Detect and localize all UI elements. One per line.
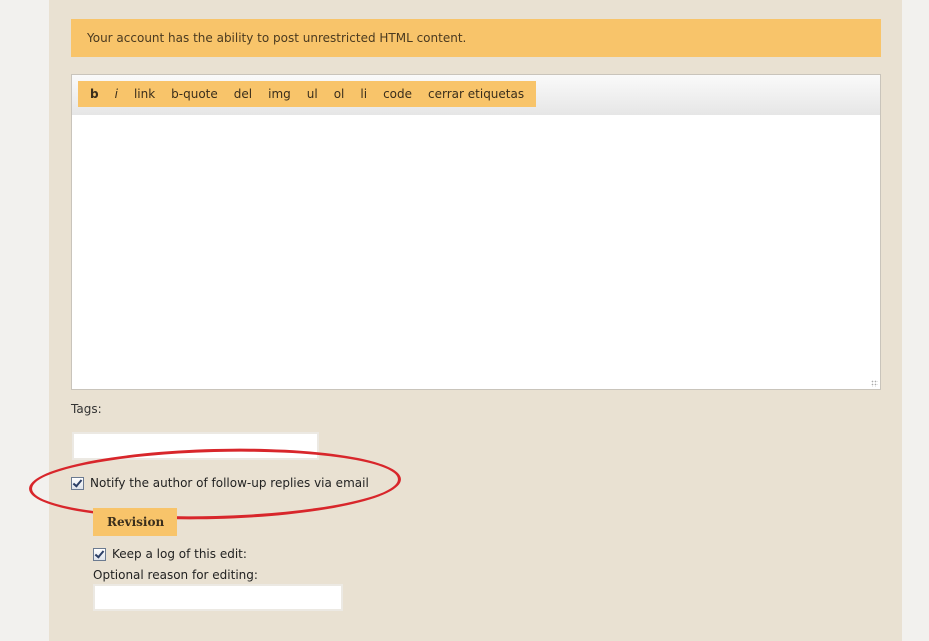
revision-reason-label: Optional reason for editing: bbox=[93, 568, 258, 582]
code-button[interactable]: code bbox=[375, 81, 420, 107]
revision-log-label[interactable]: Keep a log of this edit: bbox=[112, 547, 247, 561]
ul-button[interactable]: ul bbox=[299, 81, 326, 107]
html-permission-notice: Your account has the ability to post unr… bbox=[71, 19, 881, 57]
tags-input[interactable] bbox=[72, 432, 319, 460]
comment-editor: b i link b-quote del img ul ol li code c… bbox=[71, 74, 881, 390]
li-button[interactable]: li bbox=[352, 81, 375, 107]
notice-text: Your account has the ability to post unr… bbox=[87, 31, 467, 45]
notify-row: Notify the author of follow-up replies v… bbox=[71, 476, 369, 490]
quicktags-toolbar: b i link b-quote del img ul ol li code c… bbox=[78, 81, 537, 107]
revision-tab[interactable]: Revision bbox=[93, 508, 177, 536]
tags-label: Tags: bbox=[71, 402, 102, 416]
revision-reason-input[interactable] bbox=[93, 584, 343, 611]
ol-button[interactable]: ol bbox=[326, 81, 353, 107]
notify-checkbox[interactable] bbox=[71, 476, 84, 490]
notify-label[interactable]: Notify the author of follow-up replies v… bbox=[90, 476, 369, 490]
comment-textarea[interactable] bbox=[72, 115, 880, 389]
del-button[interactable]: del bbox=[226, 81, 260, 107]
img-button[interactable]: img bbox=[260, 81, 299, 107]
blockquote-button[interactable]: b-quote bbox=[163, 81, 226, 107]
page-content: Your account has the ability to post unr… bbox=[28, 0, 902, 641]
resize-grip-icon[interactable] bbox=[871, 380, 878, 387]
revision-log-checkbox[interactable] bbox=[93, 547, 106, 561]
revision-log-row: Keep a log of this edit: bbox=[93, 547, 247, 561]
link-button[interactable]: link bbox=[126, 81, 163, 107]
editor-toolbar-strip: b i link b-quote del img ul ol li code c… bbox=[72, 75, 880, 116]
close-tags-button[interactable]: cerrar etiquetas bbox=[420, 81, 532, 107]
italic-button[interactable]: i bbox=[107, 81, 126, 107]
bold-button[interactable]: b bbox=[82, 81, 107, 107]
